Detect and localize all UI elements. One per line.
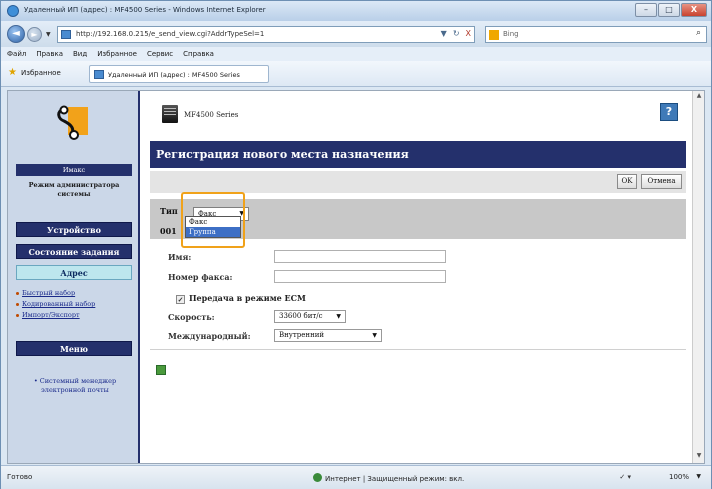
- ie-icon: [7, 5, 19, 17]
- action-bar: OK Отмена: [150, 171, 686, 193]
- title-bar: Удаленный ИП (адрес) : MF4500 Series - W…: [1, 1, 711, 21]
- status-bar: Готово Интернет | Защищенный режим: вкл.…: [1, 465, 711, 489]
- bing-icon: [489, 30, 499, 40]
- sidebar-user: Имакс: [16, 164, 132, 176]
- menu-help[interactable]: Справка: [183, 47, 214, 61]
- scroll-up-icon[interactable]: ▲: [694, 92, 704, 102]
- scroll-down-icon[interactable]: ▼: [694, 452, 704, 462]
- sidebar-address-button[interactable]: Адрес: [16, 265, 132, 280]
- cancel-button[interactable]: Отмена: [641, 174, 682, 189]
- menu-tools[interactable]: Сервис: [147, 47, 173, 61]
- ecm-checkbox[interactable]: ✓: [176, 295, 185, 304]
- menu-favorites[interactable]: Избранное: [97, 47, 137, 61]
- entry-number: 001: [160, 226, 177, 236]
- search-box[interactable]: Bing ⌕: [485, 26, 707, 43]
- name-label: Имя:: [168, 252, 192, 262]
- chevron-down-icon: ▼: [372, 332, 377, 339]
- sidebar-link-speed-dial[interactable]: Быстрый набор: [16, 288, 136, 299]
- favorites-bar: ★ Избранное Удаленный ИП (адрес) : MF450…: [1, 61, 711, 87]
- search-placeholder[interactable]: Bing: [503, 30, 519, 38]
- menu-bar: Файл Правка Вид Избранное Сервис Справка: [1, 47, 711, 61]
- ok-button[interactable]: OK: [617, 174, 637, 189]
- maximize-button[interactable]: □: [658, 3, 680, 17]
- back-button[interactable]: ◄: [7, 25, 25, 43]
- sidebar-link-coded-dial[interactable]: Кодированный набор: [16, 299, 136, 310]
- printer-icon: [162, 105, 178, 123]
- speed-select[interactable]: 33600 бит/с ▼: [274, 310, 346, 323]
- zone-info: Интернет | Защищенный режим: вкл.: [313, 473, 464, 483]
- fax-number-input[interactable]: [274, 270, 446, 283]
- sidebar-menu-button[interactable]: Меню: [16, 341, 132, 356]
- sidebar: Имакс Режим администратора системы Устро…: [8, 91, 140, 463]
- zoom-dropdown-icon[interactable]: ▼: [696, 473, 701, 480]
- forward-button[interactable]: ►: [27, 27, 42, 42]
- history-dropdown-icon[interactable]: ▼: [46, 31, 51, 38]
- favorites-label[interactable]: Избранное: [21, 69, 61, 77]
- page-status-icon: [156, 365, 166, 375]
- url-text[interactable]: http://192.168.0.215/e_send_view.cgi?Add…: [76, 30, 264, 38]
- menu-edit[interactable]: Правка: [36, 47, 63, 61]
- browser-window: Удаленный ИП (адрес) : MF4500 Series - W…: [0, 0, 712, 489]
- vertical-scrollbar[interactable]: ▲ ▼: [692, 91, 704, 463]
- sidebar-link-import-export[interactable]: Импорт/Экспорт: [16, 310, 136, 321]
- name-input[interactable]: [274, 250, 446, 263]
- menu-view[interactable]: Вид: [73, 47, 87, 61]
- window-title: Удаленный ИП (адрес) : MF4500 Series - W…: [24, 6, 266, 14]
- sidebar-mode: Режим администратора системы: [28, 181, 120, 198]
- speed-label: Скорость:: [168, 312, 215, 322]
- help-button[interactable]: ?: [660, 103, 678, 121]
- address-bar: ◄ ► ▼ http://192.168.0.215/e_send_view.c…: [1, 21, 711, 47]
- favorites-star-icon[interactable]: ★: [8, 67, 17, 78]
- status-text: Готово: [7, 473, 33, 481]
- sidebar-job-status-button[interactable]: Состояние задания: [16, 244, 132, 259]
- tab-label: Удаленный ИП (адрес) : MF4500 Series: [108, 71, 240, 79]
- bullet-icon: [16, 302, 19, 306]
- type-option-group[interactable]: Группа: [186, 227, 240, 237]
- page-title: Регистрация нового места назначения: [150, 141, 686, 168]
- type-options-list: Факс Группа: [185, 216, 241, 238]
- close-button[interactable]: X: [681, 3, 707, 17]
- ecm-checkbox-row[interactable]: ✓ Передача в режиме ECM: [176, 293, 306, 304]
- chevron-down-icon: ▼: [336, 313, 341, 320]
- url-box[interactable]: http://192.168.0.215/e_send_view.cgi?Add…: [57, 26, 475, 43]
- menu-file[interactable]: Файл: [7, 47, 26, 61]
- tab-page-icon: [94, 70, 104, 79]
- main-panel: MF4500 Series ? Регистрация нового места…: [142, 91, 692, 463]
- divider: [150, 349, 686, 350]
- international-select[interactable]: Внутренний ▼: [274, 329, 382, 342]
- search-icon[interactable]: ⌕: [696, 28, 701, 38]
- refresh-icon[interactable]: ↻: [453, 29, 460, 38]
- security-icon[interactable]: ✓ ▾: [619, 473, 631, 481]
- sidebar-device-button[interactable]: Устройство: [16, 222, 132, 237]
- sidebar-links: Быстрый набор Кодированный набор Импорт/…: [16, 288, 136, 321]
- globe-icon: [313, 473, 322, 482]
- logo-icon: [57, 105, 88, 140]
- model-name: MF4500 Series: [184, 111, 239, 119]
- url-buttons: ▼ ↻ X: [441, 29, 471, 38]
- page-content: Имакс Режим администратора системы Устро…: [7, 90, 705, 464]
- ecm-label: Передача в режиме ECM: [189, 293, 306, 303]
- browser-tab[interactable]: Удаленный ИП (адрес) : MF4500 Series: [89, 65, 269, 83]
- fax-number-label: Номер факса:: [168, 272, 233, 282]
- sidebar-email-manager-link[interactable]: • Системный менеджер электронной почты: [14, 377, 136, 395]
- type-label: Тип: [160, 206, 178, 216]
- minimize-button[interactable]: –: [635, 3, 657, 17]
- url-dropdown-icon[interactable]: ▼: [441, 29, 447, 38]
- bullet-icon: [16, 291, 19, 295]
- window-controls: – □ X: [635, 3, 707, 17]
- zoom-level[interactable]: 100%: [669, 473, 689, 481]
- page-icon: [61, 30, 71, 39]
- international-label: Международный:: [168, 331, 251, 341]
- stop-icon[interactable]: X: [466, 29, 471, 38]
- bullet-icon: [16, 313, 19, 317]
- type-option-fax[interactable]: Факс: [186, 217, 240, 227]
